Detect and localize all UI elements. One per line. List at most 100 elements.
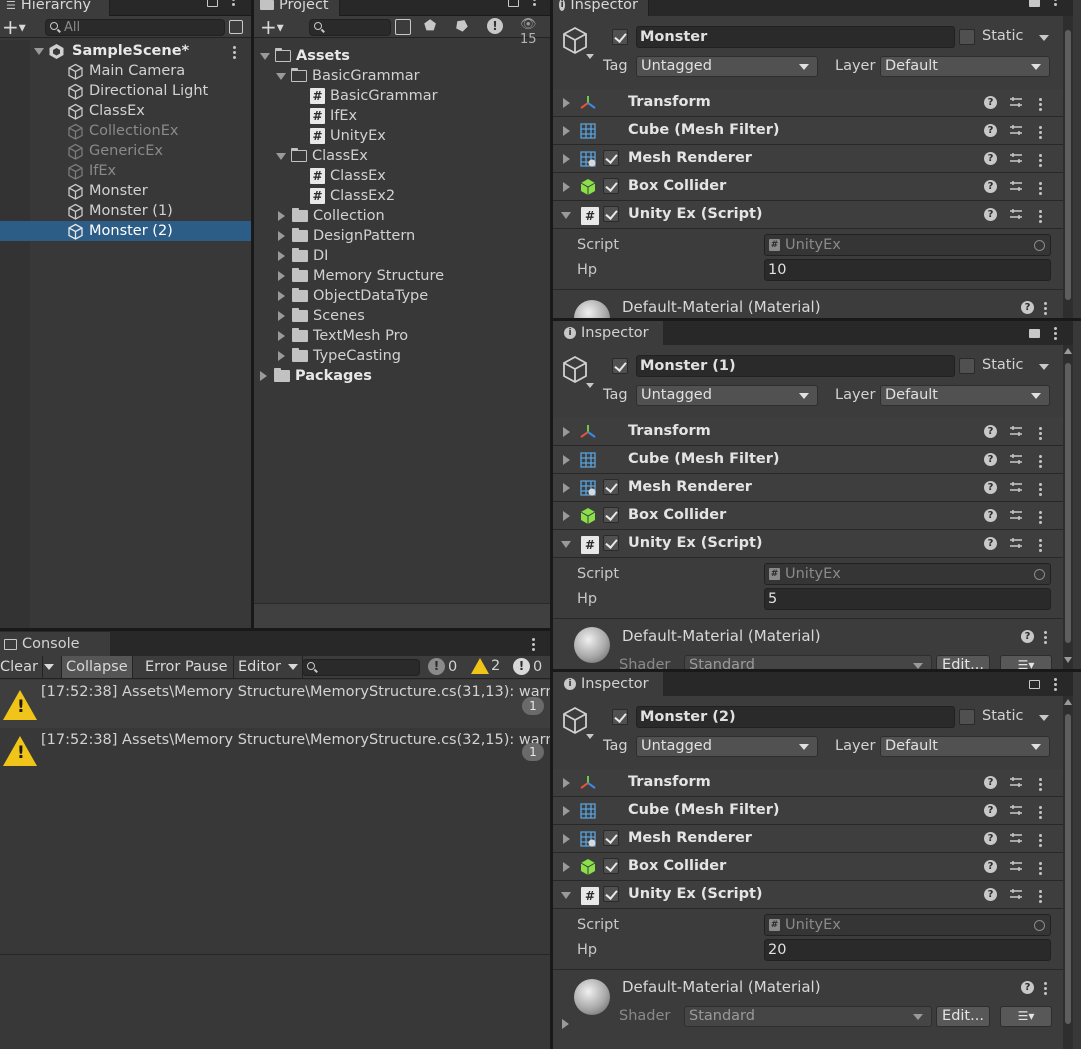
shader-options-button[interactable]: ☰▾	[1000, 655, 1052, 669]
component-menu-icon[interactable]	[1039, 832, 1043, 849]
object-picker-icon[interactable]	[1034, 240, 1045, 251]
enabled-checkbox[interactable]	[603, 535, 619, 551]
object-name-field[interactable]: Monster	[636, 26, 955, 48]
unlock-icon[interactable]	[1029, 680, 1040, 689]
expand-arrow-icon[interactable]	[563, 511, 570, 521]
scroll-up-icon[interactable]	[1064, 348, 1072, 354]
chevron-down-icon[interactable]	[586, 383, 594, 388]
inspector-menu-icon[interactable]	[1054, 676, 1058, 693]
component-mesh-filter[interactable]: Cube (Mesh Filter) ?	[553, 446, 1073, 474]
inspector-scrollbar[interactable]	[1063, 345, 1073, 669]
tag-dropdown[interactable]: Untagged	[636, 385, 818, 406]
tab-project[interactable]: Project	[254, 0, 340, 16]
project-tree-item[interactable]: Packages	[260, 366, 372, 386]
project-tree-item[interactable]: Memory Structure	[278, 266, 444, 286]
hp-field[interactable]: 10	[764, 259, 1051, 281]
enabled-checkbox[interactable]	[603, 858, 619, 874]
error-count-toggle[interactable]: ! 0	[428, 658, 457, 675]
expand-arrow-icon[interactable]	[561, 541, 571, 548]
shader-options-button[interactable]: ☰▾	[1000, 1006, 1052, 1027]
active-checkbox[interactable]	[612, 29, 628, 45]
tab-inspector[interactable]: i Inspector	[553, 321, 663, 345]
scrollbar-thumb[interactable]	[1065, 714, 1071, 1024]
component-menu-icon[interactable]	[1039, 860, 1043, 877]
shader-dropdown[interactable]: Standard	[684, 1006, 932, 1027]
component-menu-icon[interactable]	[1039, 208, 1043, 225]
preset-icon[interactable]	[1009, 480, 1023, 494]
preset-icon[interactable]	[1009, 775, 1023, 789]
help-icon[interactable]: ?	[984, 180, 997, 193]
collapse-arrow-icon[interactable]	[260, 371, 267, 381]
component-script[interactable]: # Unity Ex (Script) ?	[553, 881, 1073, 909]
project-tree-item[interactable]: Collection	[278, 206, 385, 226]
inspector-menu-icon[interactable]	[1054, 325, 1058, 342]
object-name-field[interactable]: Monster (1)	[636, 355, 955, 377]
expand-arrow-icon[interactable]	[563, 778, 570, 788]
chevron-down-icon[interactable]	[586, 54, 594, 59]
enabled-checkbox[interactable]	[603, 886, 619, 902]
help-icon[interactable]: ?	[984, 832, 997, 845]
tab-hierarchy[interactable]: ☰ Hierarchy	[0, 0, 110, 16]
collapse-arrow-icon[interactable]	[278, 211, 285, 221]
project-tree-item[interactable]: TextMesh Pro	[278, 326, 408, 346]
eye-icon[interactable]: 👁15	[520, 17, 551, 47]
search-by-type-icon[interactable]	[395, 19, 411, 35]
project-tree-item[interactable]: # ClassEx2	[310, 186, 395, 206]
component-menu-icon[interactable]	[1039, 481, 1043, 498]
static-checkbox[interactable]	[959, 29, 975, 45]
collapse-arrow-icon[interactable]	[278, 291, 285, 301]
hierarchy-menu-icon[interactable]	[232, 0, 236, 8]
edit-shader-button[interactable]: Edit...	[936, 655, 990, 669]
component-mesh-filter[interactable]: Cube (Mesh Filter) ?	[553, 797, 1073, 825]
expand-arrow-icon[interactable]	[561, 212, 571, 219]
expand-arrow-icon[interactable]	[260, 52, 270, 60]
scroll-up-icon[interactable]	[1064, 699, 1072, 705]
static-dropdown-icon[interactable]	[1039, 35, 1049, 41]
expand-arrow-icon[interactable]	[563, 427, 570, 437]
preset-icon[interactable]	[1009, 887, 1023, 901]
expand-arrow-icon[interactable]	[563, 455, 570, 465]
static-checkbox[interactable]	[959, 709, 975, 725]
component-menu-icon[interactable]	[1039, 425, 1043, 442]
collapse-arrow-icon[interactable]	[278, 231, 285, 241]
component-script[interactable]: # Unity Ex (Script) ?	[553, 530, 1073, 558]
expand-arrow-icon[interactable]	[563, 862, 570, 872]
help-icon[interactable]: ?	[984, 888, 997, 901]
collapse-toggle[interactable]: Collapse	[62, 656, 133, 678]
expand-arrow-icon[interactable]	[563, 98, 570, 108]
preset-icon[interactable]	[1009, 452, 1023, 466]
collapse-arrow-icon[interactable]	[278, 271, 285, 281]
help-icon[interactable]: ?	[984, 804, 997, 817]
preset-icon[interactable]	[1009, 123, 1023, 137]
preset-icon[interactable]	[1009, 859, 1023, 873]
edit-shader-button[interactable]: Edit...	[936, 1006, 990, 1027]
console-menu-icon[interactable]	[532, 636, 536, 653]
layer-dropdown[interactable]: Default	[880, 56, 1050, 77]
shader-dropdown[interactable]: Standard	[684, 655, 932, 669]
active-checkbox[interactable]	[612, 358, 628, 374]
hierarchy-item-selected[interactable]: Monster (2)	[0, 221, 251, 241]
tab-inspector[interactable]: i Inspector	[553, 672, 663, 696]
project-tree-item[interactable]: # ClassEx	[310, 166, 386, 186]
hierarchy-item[interactable]: Directional Light	[0, 81, 251, 101]
component-menu-icon[interactable]	[1039, 776, 1043, 793]
layer-dropdown[interactable]: Default	[880, 736, 1050, 757]
help-icon[interactable]: ?	[1021, 301, 1034, 314]
component-menu-icon[interactable]	[1039, 453, 1043, 470]
help-icon[interactable]: ?	[1021, 981, 1034, 994]
project-menu-icon[interactable]	[533, 0, 537, 8]
scrollbar-thumb[interactable]	[1065, 363, 1071, 643]
help-icon[interactable]: ?	[984, 776, 997, 789]
help-icon[interactable]: ?	[984, 860, 997, 873]
editor-dropdown[interactable]: Editor	[234, 656, 303, 678]
enabled-checkbox[interactable]	[603, 206, 619, 222]
project-tree-item[interactable]: # UnityEx	[310, 126, 386, 146]
material-menu-icon[interactable]	[1044, 300, 1048, 317]
component-mesh-renderer[interactable]: Mesh Renderer ?	[553, 145, 1073, 173]
scroll-down-icon[interactable]	[1064, 657, 1072, 663]
scene-row[interactable]: SampleScene*	[0, 41, 251, 61]
collapse-arrow-icon[interactable]	[278, 331, 285, 341]
object-name-field[interactable]: Monster (2)	[636, 706, 955, 728]
enabled-checkbox[interactable]	[603, 507, 619, 523]
material-menu-icon[interactable]	[1044, 980, 1048, 997]
